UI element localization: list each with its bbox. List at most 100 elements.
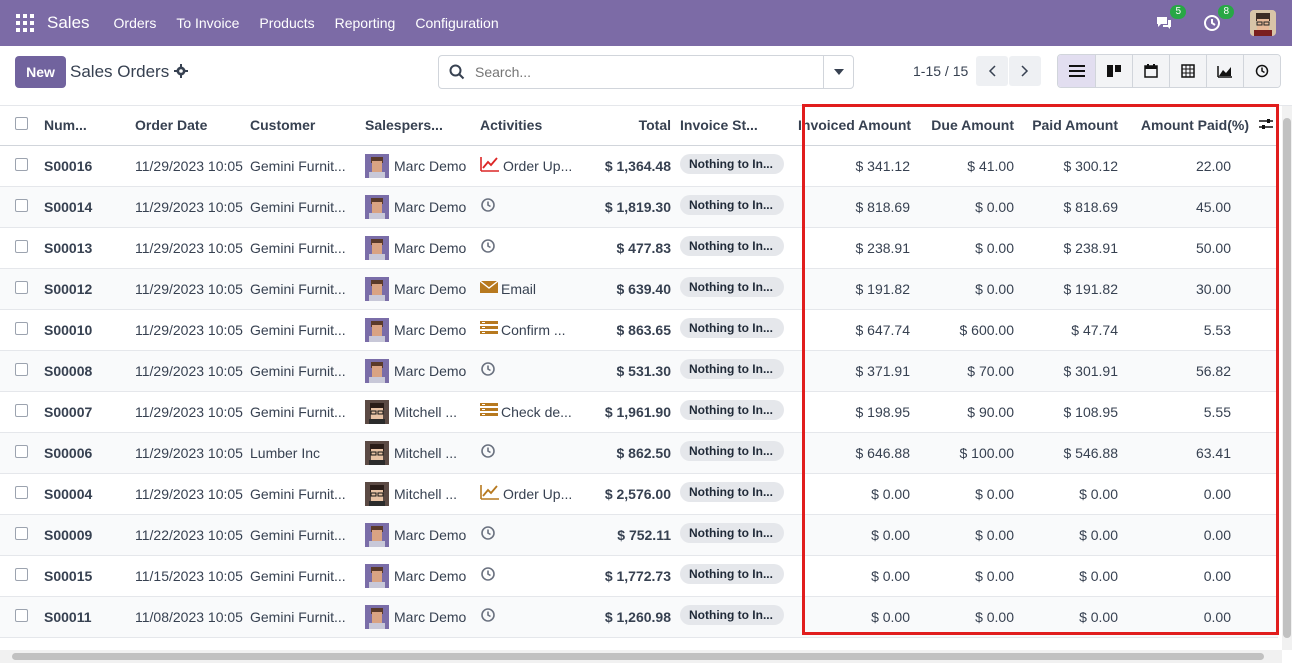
row-checkbox[interactable] bbox=[15, 362, 28, 376]
row-checkbox[interactable] bbox=[15, 608, 28, 622]
invoice-status-cell: Nothing to In... bbox=[680, 596, 798, 638]
pivot-view-button[interactable] bbox=[1169, 55, 1206, 87]
col-number[interactable]: Num... bbox=[44, 106, 135, 146]
table-row[interactable]: S00014 11/29/2023 10:05 Gemini Furnit...… bbox=[0, 186, 1278, 228]
graph-view-button[interactable] bbox=[1206, 55, 1243, 87]
tasks-icon[interactable] bbox=[480, 321, 498, 338]
salesperson-avatar[interactable] bbox=[365, 399, 389, 424]
salesperson-avatar[interactable] bbox=[365, 604, 389, 629]
column-settings-icon[interactable] bbox=[1259, 117, 1273, 131]
col-due-amount[interactable]: Due Amount bbox=[920, 106, 1024, 146]
col-activities[interactable]: Activities bbox=[480, 106, 590, 146]
table-row[interactable]: S00007 11/29/2023 10:05 Gemini Furnit...… bbox=[0, 391, 1278, 433]
table-row[interactable]: S00004 11/29/2023 10:05 Gemini Furnit...… bbox=[0, 473, 1278, 515]
row-checkbox[interactable] bbox=[15, 485, 28, 499]
pager-value[interactable]: 1-15 / 15 bbox=[913, 63, 968, 79]
col-amount-paid-pct[interactable]: Amount Paid(%) bbox=[1128, 106, 1259, 146]
row-checkbox[interactable] bbox=[15, 239, 28, 253]
row-checkbox[interactable] bbox=[15, 403, 28, 417]
row-checkbox[interactable] bbox=[15, 444, 28, 458]
row-checkbox[interactable] bbox=[15, 157, 28, 171]
vertical-scrollbar-thumb[interactable] bbox=[1283, 118, 1291, 638]
col-total[interactable]: Total bbox=[590, 106, 680, 146]
table-row[interactable]: S00011 11/08/2023 10:05 Gemini Furnit...… bbox=[0, 596, 1278, 638]
envelope-icon[interactable] bbox=[480, 280, 499, 297]
clock-icon[interactable] bbox=[480, 566, 496, 585]
salesperson-avatar[interactable] bbox=[365, 481, 389, 506]
activity-cell[interactable]: Confirm ... bbox=[480, 309, 590, 351]
search-options-toggle[interactable] bbox=[823, 56, 853, 88]
clock-icon[interactable] bbox=[480, 361, 496, 380]
activity-cell[interactable] bbox=[480, 514, 590, 556]
list-view-button[interactable] bbox=[1058, 55, 1095, 87]
activity-cell[interactable] bbox=[480, 596, 590, 638]
pager-next-button[interactable] bbox=[1009, 56, 1041, 86]
table-row[interactable]: S00013 11/29/2023 10:05 Gemini Furnit...… bbox=[0, 227, 1278, 269]
clock-icon[interactable] bbox=[480, 607, 496, 626]
row-checkbox[interactable] bbox=[15, 321, 28, 335]
app-name[interactable]: Sales bbox=[47, 13, 90, 33]
activity-cell[interactable]: Email bbox=[480, 268, 590, 310]
activity-cell[interactable]: Order Up... bbox=[480, 145, 590, 187]
salesperson-avatar[interactable] bbox=[365, 522, 389, 547]
menu-orders[interactable]: Orders bbox=[114, 15, 157, 31]
clock-icon[interactable] bbox=[480, 197, 496, 216]
select-all-checkbox[interactable] bbox=[15, 117, 28, 131]
table-row[interactable]: S00012 11/29/2023 10:05 Gemini Furnit...… bbox=[0, 268, 1278, 310]
menu-products[interactable]: Products bbox=[259, 15, 314, 31]
col-invoice-status[interactable]: Invoice St... bbox=[680, 106, 798, 146]
row-checkbox[interactable] bbox=[15, 198, 28, 212]
user-avatar[interactable] bbox=[1250, 10, 1276, 36]
order-date: 11/29/2023 10:05 bbox=[135, 227, 250, 269]
salesperson-avatar[interactable] bbox=[365, 440, 389, 465]
salesperson-avatar[interactable] bbox=[365, 563, 389, 588]
row-checkbox[interactable] bbox=[15, 526, 28, 540]
col-order-date[interactable]: Order Date bbox=[135, 106, 250, 146]
activity-cell[interactable] bbox=[480, 432, 590, 474]
chat-icon[interactable]: 5 bbox=[1154, 5, 1186, 33]
salesperson-avatar[interactable] bbox=[365, 153, 389, 178]
table-row[interactable]: S00008 11/29/2023 10:05 Gemini Furnit...… bbox=[0, 350, 1278, 392]
row-checkbox[interactable] bbox=[15, 567, 28, 581]
table-row[interactable]: S00009 11/22/2023 10:05 Gemini Furnit...… bbox=[0, 514, 1278, 556]
menu-configuration[interactable]: Configuration bbox=[415, 15, 498, 31]
salesperson-avatar[interactable] bbox=[365, 358, 389, 383]
trend-chart-icon[interactable] bbox=[480, 156, 500, 175]
tasks-icon[interactable] bbox=[480, 403, 498, 420]
salesperson-avatar[interactable] bbox=[365, 235, 389, 260]
clock-icon[interactable] bbox=[480, 525, 496, 544]
activity-clock-icon[interactable]: 8 bbox=[1202, 5, 1234, 33]
col-invoiced-amount[interactable]: Invoiced Amount bbox=[798, 106, 920, 146]
activity-cell[interactable] bbox=[480, 186, 590, 228]
pager-previous-button[interactable] bbox=[976, 56, 1008, 86]
activity-cell[interactable]: Check de... bbox=[480, 391, 590, 433]
table-row[interactable]: S00010 11/29/2023 10:05 Gemini Furnit...… bbox=[0, 309, 1278, 351]
salesperson-avatar[interactable] bbox=[365, 276, 389, 301]
kanban-view-button[interactable] bbox=[1095, 55, 1132, 87]
salesperson-avatar[interactable] bbox=[365, 317, 389, 342]
apps-grid-icon[interactable] bbox=[16, 14, 34, 32]
activity-cell[interactable] bbox=[480, 227, 590, 269]
gear-icon[interactable] bbox=[174, 64, 188, 78]
row-checkbox[interactable] bbox=[15, 280, 28, 294]
clock-icon[interactable] bbox=[480, 443, 496, 462]
menu-reporting[interactable]: Reporting bbox=[335, 15, 396, 31]
search-input[interactable] bbox=[475, 64, 815, 80]
activity-view-button[interactable] bbox=[1243, 55, 1280, 87]
activity-cell[interactable] bbox=[480, 555, 590, 597]
table-row[interactable]: S00015 11/15/2023 10:05 Gemini Furnit...… bbox=[0, 555, 1278, 597]
salesperson-avatar[interactable] bbox=[365, 194, 389, 219]
calendar-view-button[interactable] bbox=[1132, 55, 1169, 87]
horizontal-scrollbar-thumb[interactable] bbox=[12, 653, 1264, 660]
col-customer[interactable]: Customer bbox=[250, 106, 365, 146]
col-paid-amount[interactable]: Paid Amount bbox=[1024, 106, 1128, 146]
clock-icon[interactable] bbox=[480, 238, 496, 257]
table-row[interactable]: S00006 11/29/2023 10:05 Lumber Inc Mitch… bbox=[0, 432, 1278, 474]
activity-cell[interactable] bbox=[480, 350, 590, 392]
trend-chart-icon[interactable] bbox=[480, 484, 500, 503]
col-salesperson[interactable]: Salespers... bbox=[365, 106, 480, 146]
new-button[interactable]: New bbox=[15, 56, 66, 88]
menu-to-invoice[interactable]: To Invoice bbox=[176, 15, 239, 31]
table-row[interactable]: S00016 11/29/2023 10:05 Gemini Furnit...… bbox=[0, 145, 1278, 187]
activity-cell[interactable]: Order Up... bbox=[480, 473, 590, 515]
